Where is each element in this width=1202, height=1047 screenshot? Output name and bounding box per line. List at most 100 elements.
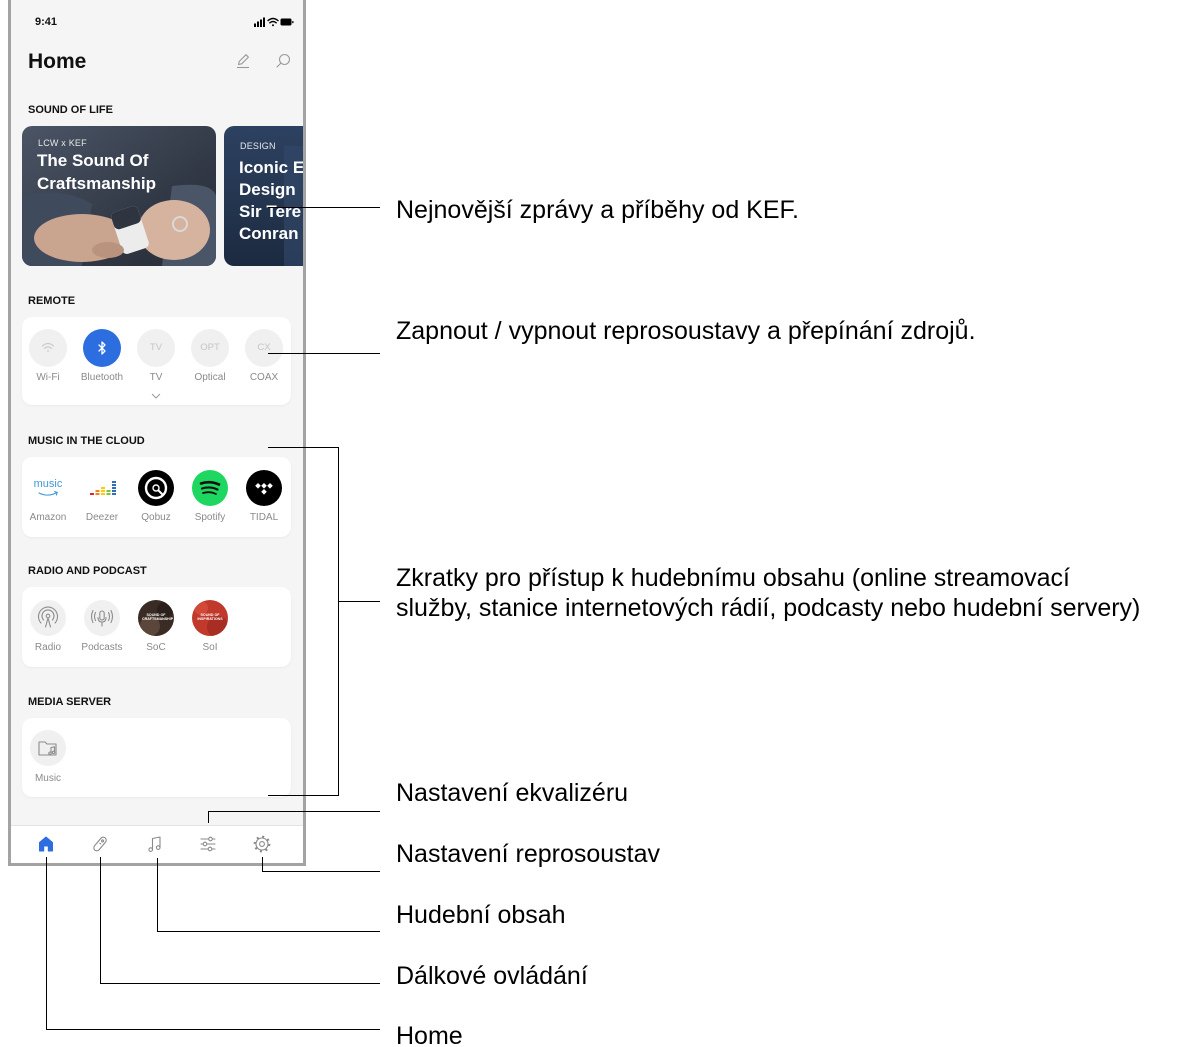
article-title-line: Conran xyxy=(239,224,299,243)
article-title: The Sound Of Craftsmanship xyxy=(37,149,156,195)
remote-icon xyxy=(93,836,107,852)
article-tag: DESIGN xyxy=(240,141,276,151)
service-label: Spotify xyxy=(194,512,226,523)
callout-line-remote xyxy=(268,353,380,354)
source-label: Optical xyxy=(194,372,226,383)
music-note-icon xyxy=(148,836,161,852)
pencil-icon[interactable] xyxy=(235,53,251,69)
media-item-label: Music xyxy=(34,773,62,784)
qobuz-logo[interactable] xyxy=(138,470,174,506)
podcast-item[interactable]: Podcasts xyxy=(76,587,128,667)
source-button[interactable]: OPT xyxy=(191,329,229,367)
deezer-logo[interactable] xyxy=(84,470,120,506)
callout-line-home xyxy=(46,1029,380,1030)
amazon-music-logo[interactable]: music xyxy=(30,470,66,506)
source-label: Wi-Fi xyxy=(36,372,60,383)
source-label: Bluetooth xyxy=(80,372,124,383)
callout-line-settings xyxy=(262,871,380,872)
callout-remote: Zapnout / vypnout reprosoustavy a přepín… xyxy=(396,317,976,345)
source-label: TV xyxy=(149,372,163,383)
spotify-logo[interactable] xyxy=(192,470,228,506)
playlist-soc[interactable]: SOUND OF CRAFTSMANSHIP SoC xyxy=(130,587,182,667)
tidal-logo[interactable] xyxy=(246,470,282,506)
battery-icon xyxy=(280,18,294,26)
service-label: Deezer xyxy=(85,512,119,523)
tab-home[interactable] xyxy=(36,834,56,854)
equalizer-icon xyxy=(200,836,216,852)
page-title: Home xyxy=(28,50,87,73)
podcast-label: Podcasts xyxy=(81,642,123,653)
article-title-line: Design xyxy=(239,180,296,199)
service-spotify[interactable]: Spotify xyxy=(184,457,236,537)
service-amazon[interactable]: music Amazon xyxy=(22,457,74,537)
search-icon[interactable] xyxy=(275,53,291,69)
callout-bracket-top xyxy=(268,447,339,448)
callout-shortcuts-line: Zkratky pro přístup k hudebnímu obsahu (… xyxy=(396,564,1070,592)
radio-item[interactable]: Radio xyxy=(22,587,74,667)
callout-home: Home xyxy=(396,1022,463,1047)
status-icons xyxy=(254,17,294,27)
music-folder-icon[interactable] xyxy=(30,730,66,766)
callout-bracket-bottom xyxy=(268,795,339,796)
article-title-line: The Sound Of xyxy=(37,151,149,170)
service-label: TIDAL xyxy=(249,512,279,523)
source-label: COAX xyxy=(249,372,279,383)
source-tv[interactable]: TV TV xyxy=(130,317,182,399)
source-button[interactable]: CX xyxy=(245,329,283,367)
soc-artwork-text: SOUND OF CRAFTSMANSHIP xyxy=(142,613,174,622)
tab-remote[interactable] xyxy=(90,834,110,854)
podcast-icon[interactable] xyxy=(84,600,120,636)
section-heading-remote: REMOTE xyxy=(28,295,76,307)
section-heading-media-server: MEDIA SERVER xyxy=(28,696,112,708)
source-wifi[interactable]: Wi-Fi xyxy=(22,317,74,397)
status-time: 9:41 xyxy=(35,16,58,28)
radio-podcast-card: Radio Podcasts SOUND OF CRAFTSMANSHIP So… xyxy=(22,587,291,667)
playlist-soi[interactable]: SOUND OF INSPIRATIONS SoI xyxy=(184,587,236,667)
article-title-line: Iconic E xyxy=(239,158,303,177)
remote-card: Wi-Fi Bluetooth TV TV OPT Optical CX COA… xyxy=(22,317,291,405)
callout-shortcuts-line: služby, stanice internetových rádií, pod… xyxy=(396,594,1141,622)
section-heading-music-in-the-cloud: MUSIC IN THE CLOUD xyxy=(28,435,145,447)
article-tag: LCW x KEF xyxy=(38,138,87,148)
section-heading-sound-of-life: SOUND OF LIFE xyxy=(28,104,113,116)
source-button[interactable]: TV xyxy=(137,329,175,367)
source-bluetooth[interactable]: Bluetooth xyxy=(76,317,128,397)
callout-line-settings-vertical xyxy=(262,857,263,872)
source-optical[interactable]: OPT Optical xyxy=(184,317,236,397)
callout-line-music xyxy=(157,931,380,932)
soc-artwork[interactable]: SOUND OF CRAFTSMANSHIP xyxy=(138,600,174,636)
optical-glyph: OPT xyxy=(200,342,220,353)
callout-shortcuts: Zkratky pro přístup k hudebnímu obsahu (… xyxy=(396,563,1140,623)
music-cloud-card: music Amazon Deezer Qobuz Spotify TIDAL xyxy=(22,457,291,537)
radio-icon[interactable] xyxy=(30,600,66,636)
source-button[interactable] xyxy=(83,329,121,367)
tab-equalizer[interactable] xyxy=(198,834,218,854)
callout-line-home-vertical xyxy=(46,857,47,1030)
wifi-icon xyxy=(267,17,279,27)
tab-settings[interactable] xyxy=(252,834,272,854)
callout-line-remote-control-vertical xyxy=(100,857,101,984)
callout-music-content: Hudební obsah xyxy=(396,901,566,929)
chevron-down-icon[interactable] xyxy=(151,393,161,399)
article-card-craftsmanship[interactable]: LCW x KEF The Sound Of Craftsmanship xyxy=(22,126,216,266)
phone-frame: 9:41 Home SOUND OF LIFE LCW x KEF The So… xyxy=(8,0,306,866)
signal-icon xyxy=(254,17,265,27)
playlist-label: SoC xyxy=(146,642,166,653)
article-card-design[interactable]: DESIGN Iconic E Design Sir Tere Conran xyxy=(224,126,303,266)
callout-line-remote-control xyxy=(100,983,380,984)
settings-icon xyxy=(253,835,271,853)
media-server-music[interactable]: Music xyxy=(22,718,74,797)
tv-glyph: TV xyxy=(149,342,163,353)
callout-remote-control: Dálkové ovládání xyxy=(396,962,588,990)
service-label: Amazon xyxy=(29,512,67,523)
service-tidal[interactable]: TIDAL xyxy=(238,457,290,537)
source-coax[interactable]: CX COAX xyxy=(238,317,290,397)
soi-artwork[interactable]: SOUND OF INSPIRATIONS xyxy=(192,600,228,636)
tab-music[interactable] xyxy=(145,834,165,854)
callout-line-news xyxy=(268,207,380,208)
section-heading-radio-and-podcast: RADIO AND PODCAST xyxy=(28,565,147,577)
source-button[interactable] xyxy=(29,329,67,367)
service-deezer[interactable]: Deezer xyxy=(76,457,128,537)
article-title-line: Sir Tere xyxy=(239,202,302,221)
service-qobuz[interactable]: Qobuz xyxy=(130,457,182,537)
